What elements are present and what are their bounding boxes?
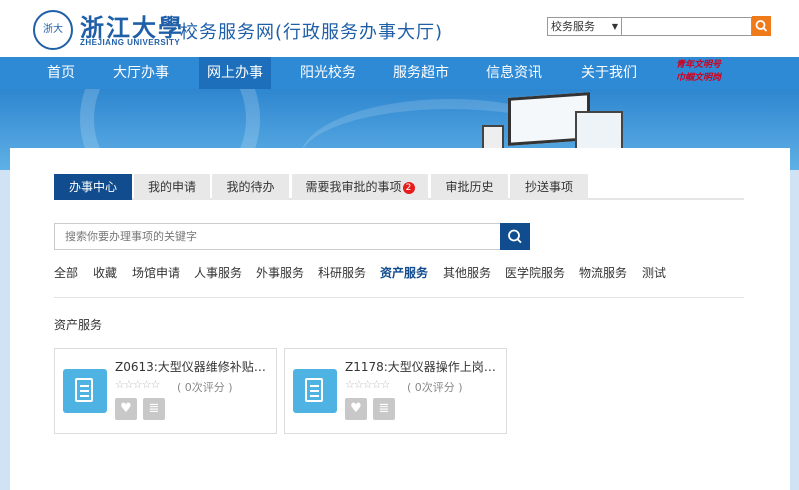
- site-title: 校务服务网(行政服务办事大厅): [180, 22, 444, 43]
- pending-count-badge: 2: [402, 181, 415, 194]
- category-all[interactable]: 全部: [54, 264, 78, 281]
- category-venue[interactable]: 场馆申请: [132, 264, 180, 281]
- category-assets[interactable]: 资产服务: [380, 264, 428, 281]
- device-illustration: [575, 111, 623, 151]
- tab-my-applications[interactable]: 我的申请: [134, 174, 210, 200]
- category-foreign-affairs[interactable]: 外事服务: [256, 264, 304, 281]
- category-favorites[interactable]: 收藏: [93, 264, 117, 281]
- nav-item-hall[interactable]: 大厅办事: [101, 57, 181, 89]
- rating-count: ( 0次评分 ): [407, 381, 463, 394]
- tab-cc-items[interactable]: 抄送事项: [510, 174, 588, 200]
- slogan-line-1: 青年文明号: [676, 60, 722, 70]
- tab-service-center[interactable]: 办事中心: [54, 174, 132, 200]
- site-header: 浙大 浙江大學 ZHEJIANG UNIVERSITY 校务服务网(行政服务办事…: [0, 0, 799, 57]
- tab-pending-approval-label: 需要我审批的事项: [305, 180, 402, 194]
- site-search-button[interactable]: [752, 16, 771, 36]
- nav-item-home[interactable]: 首页: [34, 57, 88, 89]
- site-search-input[interactable]: [622, 17, 752, 36]
- main-nav: 首页 大厅办事 网上办事 阳光校务 服务超市 信息资讯 关于我们 青年文明号 巾…: [0, 57, 799, 89]
- search-icon: [508, 229, 522, 244]
- tab-pending-approval[interactable]: 需要我审批的事项 2: [292, 174, 428, 200]
- nav-item-service-market[interactable]: 服务超市: [385, 57, 457, 89]
- category-logistics[interactable]: 物流服务: [579, 264, 627, 281]
- detail-button[interactable]: ≣: [143, 398, 165, 420]
- university-name-en: ZHEJIANG UNIVERSITY: [80, 38, 181, 47]
- document-icon: [293, 369, 337, 413]
- university-seal-logo[interactable]: 浙大: [33, 10, 73, 50]
- category-other[interactable]: 其他服务: [443, 264, 491, 281]
- service-card[interactable]: Z0613:大型仪器维修补贴申请 ☆☆☆☆☆ ( 0次评分 ) ♥ ≣: [54, 348, 277, 434]
- service-card-title[interactable]: Z1178:大型仪器操作上岗证申请: [345, 358, 503, 375]
- service-search-button[interactable]: [500, 223, 530, 250]
- favorite-button[interactable]: ♥: [115, 398, 137, 420]
- category-test[interactable]: 测试: [642, 264, 666, 281]
- slogan-line-2: 巾帼文明岗: [676, 73, 722, 83]
- nav-item-about[interactable]: 关于我们: [571, 57, 647, 89]
- chevron-down-icon: ▼: [611, 22, 618, 31]
- star-rating-icon[interactable]: ☆☆☆☆☆: [115, 378, 160, 391]
- service-card-title[interactable]: Z0613:大型仪器维修补贴申请: [115, 358, 273, 375]
- category-medical[interactable]: 医学院服务: [505, 264, 565, 281]
- nav-item-news[interactable]: 信息资讯: [478, 57, 550, 89]
- favorite-button[interactable]: ♥: [345, 398, 367, 420]
- heart-icon: ♥: [120, 401, 132, 416]
- search-scope-value: 校务服务: [551, 20, 595, 33]
- document-icon: ≣: [148, 401, 160, 416]
- detail-button[interactable]: ≣: [373, 398, 395, 420]
- service-card[interactable]: Z1178:大型仪器操作上岗证申请 ☆☆☆☆☆ ( 0次评分 ) ♥ ≣: [284, 348, 507, 434]
- star-rating-icon[interactable]: ☆☆☆☆☆: [345, 378, 390, 391]
- search-scope-select[interactable]: 校务服务 ▼: [547, 17, 622, 36]
- rating-count: ( 0次评分 ): [177, 381, 233, 394]
- service-search-input[interactable]: 搜索你要办理事项的关键字: [54, 223, 501, 250]
- heart-icon: ♥: [350, 401, 362, 416]
- category-hr[interactable]: 人事服务: [194, 264, 242, 281]
- slogan-badge: 青年文明号 巾帼文明岗: [676, 59, 726, 85]
- nav-item-transparency[interactable]: 阳光校务: [292, 57, 364, 89]
- tab-approval-history[interactable]: 审批历史: [431, 174, 508, 200]
- section-title: 资产服务: [54, 318, 103, 332]
- tab-my-todo[interactable]: 我的待办: [212, 174, 289, 200]
- divider: [54, 297, 744, 298]
- document-icon: [63, 369, 107, 413]
- nav-item-online[interactable]: 网上办事: [199, 57, 271, 89]
- service-center-panel: 办事中心 我的申请 我的待办 需要我审批的事项 2 审批历史 抄送事项 搜索你要办…: [10, 148, 790, 490]
- document-icon: ≣: [378, 401, 390, 416]
- category-research[interactable]: 科研服务: [318, 264, 366, 281]
- service-tabs: 办事中心 我的申请 我的待办 需要我审批的事项 2 审批历史 抄送事项: [54, 174, 744, 200]
- search-icon: [755, 20, 768, 32]
